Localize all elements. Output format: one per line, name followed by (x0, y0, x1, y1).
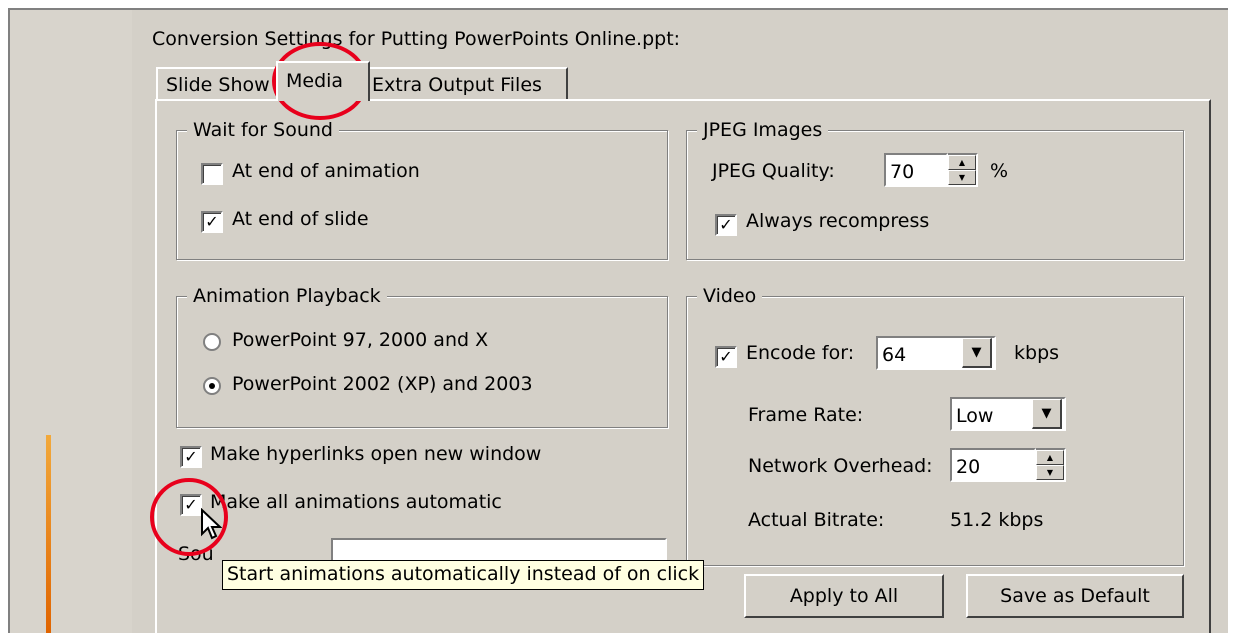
wait-for-sound-legend: Wait for Sound (187, 118, 339, 142)
tab-media[interactable]: Media (276, 61, 370, 101)
tab-extra-output-files-label: Extra Output Files (372, 74, 542, 96)
always-recompress-label: Always recompress (746, 210, 930, 232)
spin-down-icon[interactable]: ▼ (1036, 465, 1064, 480)
logo-swoosh (46, 435, 51, 633)
logo-text-product: for Pow (116, 10, 132, 161)
animations-automatic-label: Make all animations automatic (210, 491, 502, 513)
wait-for-sound-group: Wait for Sound (176, 118, 668, 260)
logo-text-brand: mpatica (116, 160, 132, 633)
tooltip: Start animations automatically instead o… (222, 560, 705, 590)
frame-rate-dropdown-icon[interactable]: ▼ (1032, 399, 1062, 429)
powerpoint-2002-radio[interactable] (203, 377, 221, 395)
at-end-of-animation-checkbox[interactable] (201, 163, 223, 185)
dialog-title: Conversion Settings for Putting PowerPoi… (152, 28, 681, 50)
apply-to-all-button[interactable]: Apply to All (744, 574, 944, 618)
encode-for-label: Encode for: (746, 342, 855, 364)
logo-banner: mpatica for Pow (10, 10, 132, 633)
hyperlinks-new-window-checkbox[interactable]: ✓ (180, 446, 202, 468)
actual-bitrate-label: Actual Bitrate: (748, 509, 885, 531)
at-end-of-slide-label: At end of slide (232, 208, 369, 230)
powerpoint-2002-label: PowerPoint 2002 (XP) and 2003 (232, 373, 533, 395)
check-icon: ✓ (184, 447, 198, 466)
network-overhead-input[interactable]: 20 (950, 448, 1036, 482)
jpeg-images-legend: JPEG Images (697, 118, 829, 142)
encode-for-unit: kbps (1014, 342, 1060, 364)
frame-rate-value: Low (956, 405, 994, 427)
encode-for-checkbox[interactable]: ✓ (715, 346, 737, 368)
jpeg-quality-unit: % (990, 160, 1009, 182)
at-end-of-animation-label: At end of animation (232, 160, 420, 182)
check-icon: ✓ (719, 347, 733, 366)
frame-rate-label: Frame Rate: (748, 404, 864, 426)
dialog-window: mpatica for Pow Conversion Settings for … (8, 8, 1228, 633)
always-recompress-checkbox[interactable]: ✓ (715, 214, 737, 236)
save-as-default-button[interactable]: Save as Default (966, 574, 1184, 618)
mouse-cursor-icon (201, 508, 222, 540)
logo-text: mpatica for Pow (116, 10, 132, 633)
hyperlinks-new-window-label: Make hyperlinks open new window (210, 443, 542, 465)
tab-slide-show-label: Slide Show (166, 74, 270, 96)
powerpoint-97-label: PowerPoint 97, 2000 and X (232, 329, 489, 351)
jpeg-quality-label: JPEG Quality: (712, 160, 835, 182)
jpeg-quality-input[interactable]: 70 (884, 153, 948, 187)
spin-up-icon[interactable]: ▲ (1036, 450, 1064, 465)
spin-down-icon[interactable]: ▼ (948, 170, 976, 185)
tab-extra-output-files[interactable]: Extra Output Files (362, 67, 568, 101)
encode-for-dropdown-icon[interactable]: ▼ (962, 338, 992, 368)
check-icon: ✓ (205, 212, 219, 231)
network-overhead-label: Network Overhead: (748, 455, 933, 477)
jpeg-images-group: JPEG Images (686, 118, 1184, 260)
tab-slide-show[interactable]: Slide Show (156, 67, 284, 101)
tab-media-label: Media (286, 70, 344, 92)
video-legend: Video (697, 284, 763, 308)
animation-playback-legend: Animation Playback (187, 284, 387, 308)
powerpoint-97-radio[interactable] (203, 333, 221, 351)
network-overhead-spinner[interactable]: ▲ ▼ (1036, 448, 1066, 482)
jpeg-quality-spinner[interactable]: ▲ ▼ (948, 153, 978, 187)
actual-bitrate-value: 51.2 kbps (950, 509, 1044, 531)
animation-playback-group: Animation Playback (176, 284, 668, 428)
at-end-of-slide-checkbox[interactable]: ✓ (201, 211, 223, 233)
check-icon: ✓ (719, 215, 733, 234)
spin-up-icon[interactable]: ▲ (948, 155, 976, 170)
encode-for-value: 64 (882, 344, 907, 366)
